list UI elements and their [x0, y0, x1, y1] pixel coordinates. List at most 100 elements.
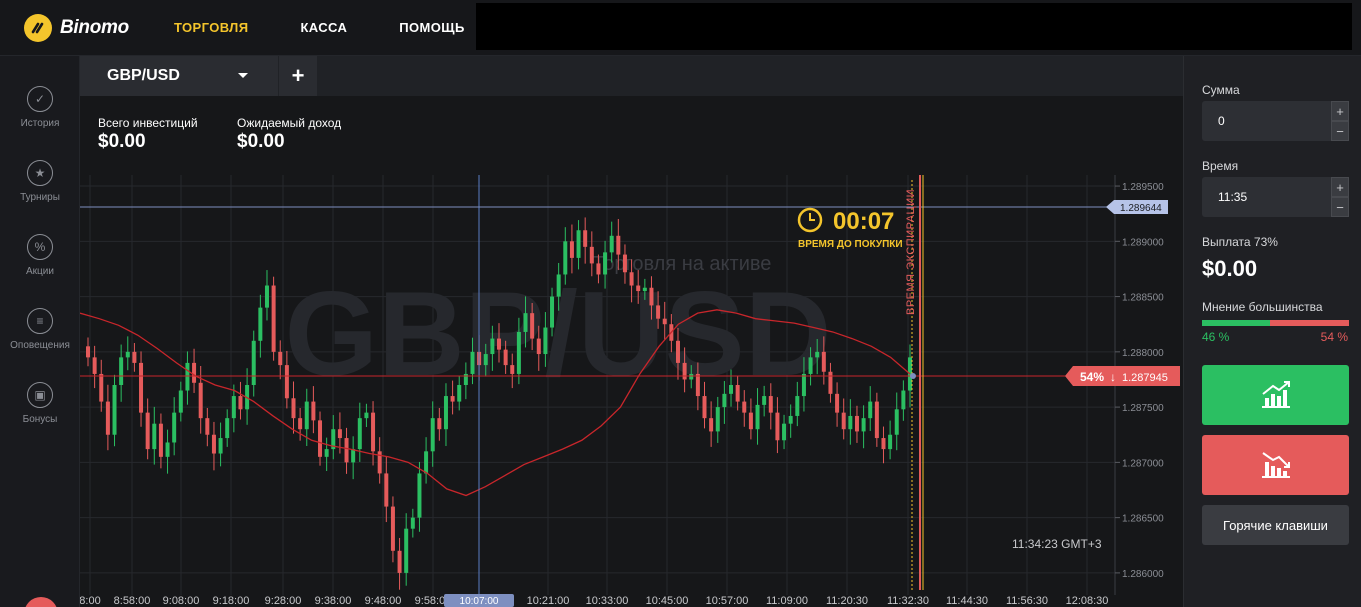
candle-down	[238, 396, 243, 410]
candle-up	[304, 401, 309, 430]
candle-up	[430, 418, 435, 452]
candle-down	[192, 362, 197, 383]
candle-up	[689, 373, 694, 380]
candle-down	[709, 418, 714, 432]
payout-label: Выплата 73%	[1202, 235, 1278, 249]
nav-help[interactable]: ПОМОЩЬ	[399, 20, 464, 35]
upper-price-value: 1.289644	[1120, 203, 1162, 214]
candle-down	[768, 396, 773, 413]
candle-down	[371, 412, 376, 452]
time-tick-label: 11:56:30	[1006, 595, 1048, 607]
sidebar-item-notifications[interactable]: ≡ Оповещения	[0, 308, 80, 351]
candle-down	[390, 506, 395, 551]
time-tick-label: 12:08:30	[1066, 595, 1109, 607]
asset-tab-bar: GBP/USD +	[80, 56, 1183, 96]
candle-down	[589, 246, 594, 264]
candle-up	[125, 351, 130, 358]
candle-up	[357, 418, 362, 450]
amount-input[interactable]: 0	[1202, 101, 1331, 141]
sidebar-item-tournaments[interactable]: ★ Турниры	[0, 160, 80, 203]
candle-up	[443, 396, 448, 430]
candle-down	[437, 418, 442, 430]
candle-up	[788, 415, 793, 424]
candle-up	[457, 385, 462, 402]
candle-down	[616, 235, 621, 255]
candle-down	[384, 473, 389, 507]
time-plus-button[interactable]: +	[1331, 177, 1349, 197]
candle-down	[656, 305, 661, 319]
amount-plus-button[interactable]: +	[1331, 101, 1349, 121]
check-circle-icon: ✓	[27, 86, 53, 112]
majority-label: Мнение большинства	[1202, 300, 1323, 314]
upper-price-tag: 1.289644	[1106, 200, 1168, 214]
candle-up	[848, 415, 853, 430]
chevron-down-icon[interactable]	[238, 73, 248, 78]
put-down-button[interactable]	[1202, 435, 1349, 495]
candle-up	[258, 307, 263, 341]
timer-value: 00:07	[833, 208, 894, 235]
time-input[interactable]: 11:35	[1202, 177, 1331, 217]
trend-down-icon	[1261, 452, 1290, 478]
time-tick-label: 9:38:00	[315, 595, 352, 607]
candle-down	[510, 365, 515, 374]
asset-tab-label: GBP/USD	[107, 67, 180, 84]
candle-down	[92, 357, 97, 374]
time-tick-label: 11:32:30	[887, 595, 929, 607]
time-tick-label: 10:21:00	[527, 595, 570, 607]
candle-down	[854, 415, 859, 432]
candle-up	[815, 351, 820, 358]
watermark-subtitle: Торговля на активе	[593, 253, 772, 275]
candle-up	[152, 423, 157, 450]
price-tick-label: 1.288500	[1122, 293, 1164, 304]
add-asset-button[interactable]: +	[279, 56, 317, 96]
price-tick-label: 1.288000	[1122, 348, 1164, 359]
call-up-button[interactable]	[1202, 365, 1349, 425]
candle-up	[543, 327, 548, 355]
sidebar-item-promotions[interactable]: % Акции	[0, 234, 80, 277]
candle-up	[782, 423, 787, 441]
hotkeys-button[interactable]: Горячие клавиши	[1202, 505, 1349, 545]
candle-down	[397, 550, 402, 573]
support-chat-button[interactable]	[24, 597, 58, 607]
candle-down	[86, 346, 90, 358]
candle-down	[874, 401, 879, 439]
candle-up	[119, 357, 124, 385]
candle-up	[729, 385, 734, 394]
nav-trading[interactable]: ТОРГОВЛЯ	[174, 20, 248, 35]
time-axis: 8:00 8:58:00 9:08:00 9:18:00 9:28:00 9:38:00 9…	[80, 595, 1108, 607]
majority-down-value: 54 %	[1320, 330, 1348, 344]
time-marker: 10:07:00	[444, 594, 514, 607]
invested-label: Всего инвестиций	[98, 116, 198, 130]
amount-minus-button[interactable]: −	[1331, 121, 1349, 141]
candle-up	[264, 285, 269, 308]
sidebar-item-label: Оповещения	[10, 340, 70, 351]
nav-cashier[interactable]: КАССА	[300, 20, 347, 35]
candle-down	[145, 412, 150, 450]
candle-up	[225, 418, 230, 439]
time-minus-button[interactable]: −	[1331, 197, 1349, 217]
candle-up	[483, 354, 488, 366]
left-sidebar: ✓ История ★ Турниры % Акции ≡ Оповещения…	[0, 56, 80, 607]
brand-logo[interactable]: Binomo	[24, 14, 129, 42]
sidebar-item-history[interactable]: ✓ История	[0, 86, 80, 129]
time-tick-label: 10:45:00	[646, 595, 689, 607]
expected-label: Ожидаемый доход	[237, 116, 342, 130]
candle-up	[576, 230, 581, 258]
candle-down	[881, 438, 886, 450]
price-chart[interactable]: GBP/USD Торговля на активе ВРЕМЯ ЭКСПИРА…	[80, 175, 1183, 607]
candle-down	[841, 412, 846, 430]
asset-tab[interactable]: GBP/USD	[80, 56, 278, 96]
time-tick-label: 11:09:00	[766, 595, 808, 607]
candle-up	[609, 235, 614, 253]
trend-up-icon	[1261, 381, 1290, 408]
candle-down	[278, 351, 283, 366]
list-icon: ≡	[27, 308, 53, 334]
candle-up	[351, 449, 356, 463]
majority-bar-up	[1202, 320, 1270, 326]
candle-down	[99, 373, 104, 402]
amount-label: Сумма	[1202, 83, 1240, 97]
invested-stat: Всего инвестиций $0.00	[98, 116, 198, 153]
candle-up	[364, 412, 369, 419]
candle-down	[139, 362, 144, 413]
sidebar-item-bonuses[interactable]: ▣ Бонусы	[0, 382, 80, 425]
